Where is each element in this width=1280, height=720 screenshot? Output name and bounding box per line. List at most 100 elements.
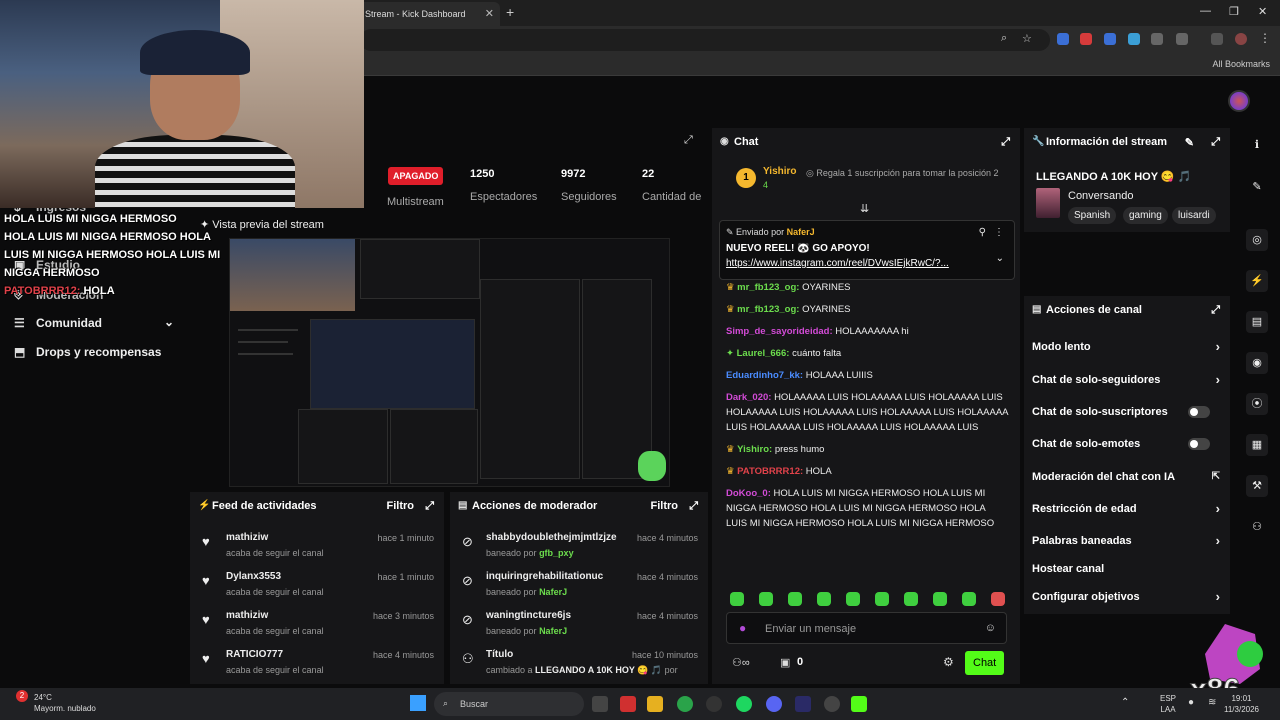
extension-icon[interactable] xyxy=(1080,33,1092,45)
subs-only-toggle[interactable] xyxy=(1188,406,1210,418)
emote-icon[interactable] xyxy=(904,592,918,606)
emote-icon[interactable] xyxy=(817,592,831,606)
menu-kebab-icon[interactable]: ⋮ xyxy=(1259,31,1271,45)
extension-icon[interactable] xyxy=(1151,33,1163,45)
mic-icon[interactable]: ● xyxy=(1188,697,1194,708)
extensions-puzzle-icon[interactable] xyxy=(1176,33,1188,45)
emote-icon[interactable] xyxy=(730,592,744,606)
people-icon[interactable]: ⚇ xyxy=(1246,516,1268,538)
app-icon[interactable] xyxy=(620,696,636,712)
new-tab-button[interactable]: + xyxy=(506,4,514,20)
premiere-icon[interactable] xyxy=(795,696,811,712)
emote-icon[interactable] xyxy=(846,592,860,606)
windows-start-icon[interactable] xyxy=(410,695,426,711)
discord-icon[interactable] xyxy=(766,696,782,712)
chat-bubble-icon[interactable]: ◉ xyxy=(1246,352,1268,374)
pinned-message[interactable]: ✎ Enviado por NaferJ ⚲ ⋮ NUEVO REEL! 🐼 G… xyxy=(719,220,1015,280)
download-icon[interactable] xyxy=(1211,33,1223,45)
bolt-icon[interactable]: ⚡ xyxy=(1246,270,1268,292)
wifi-icon[interactable]: ≋ xyxy=(1208,697,1216,708)
pinned-link[interactable]: https://www.instagram.com/reel/DVwsIEjkR… xyxy=(726,258,949,269)
extension-icon[interactable] xyxy=(1057,33,1069,45)
edit-pencil-icon[interactable]: ✎ xyxy=(1246,176,1268,198)
info-icon[interactable]: ℹ xyxy=(1246,134,1268,156)
wrench-icon[interactable]: ⚒ xyxy=(1246,475,1268,497)
all-bookmarks-link[interactable]: All Bookmarks xyxy=(1212,59,1270,69)
unpin-icon[interactable]: ⚲ xyxy=(979,227,986,238)
tab-close-icon[interactable]: ✕ xyxy=(485,7,494,20)
gift-box-icon[interactable]: ▣ xyxy=(780,656,790,669)
bookmark-star-icon[interactable]: ☆ xyxy=(1022,32,1034,45)
emotes-only-toggle[interactable] xyxy=(1188,438,1210,450)
profile-icon[interactable] xyxy=(1235,33,1247,45)
clock[interactable]: 19:01 11/3/2026 xyxy=(1224,693,1259,715)
emote-icon[interactable] xyxy=(991,592,1005,606)
expand-icon[interactable]: ⤢ xyxy=(1211,304,1220,317)
points-icon[interactable]: ⚇∞ xyxy=(732,656,750,669)
scroll-down-icon[interactable]: ⇊ xyxy=(860,202,869,215)
expand-icon[interactable]: ⤢ xyxy=(1001,136,1010,149)
channel-action-slow-mode[interactable]: Modo lento › xyxy=(1032,339,1220,354)
user-avatar[interactable] xyxy=(1228,90,1250,112)
tray-chevron-icon[interactable]: ⌃ xyxy=(1121,697,1129,708)
app-icon[interactable] xyxy=(706,696,722,712)
channel-action-age-restriction[interactable]: Restricción de edad › xyxy=(1032,501,1220,516)
task-view-icon[interactable] xyxy=(592,696,608,712)
edit-pencil-icon[interactable]: ✎ xyxy=(1185,136,1194,149)
file-explorer-icon[interactable] xyxy=(647,696,663,712)
category-name[interactable]: Conversando xyxy=(1068,190,1133,202)
tag-chip[interactable]: luisardi xyxy=(1172,207,1216,224)
window-close-button[interactable]: ✕ xyxy=(1258,5,1267,18)
extension-icon[interactable] xyxy=(1128,33,1140,45)
expand-icon[interactable]: ⤢ xyxy=(689,500,698,513)
expand-icon[interactable]: ⤢ xyxy=(1211,136,1220,149)
address-bar[interactable] xyxy=(360,29,1050,51)
broadcast-icon[interactable]: ⦿ xyxy=(1246,393,1268,415)
chrome-icon[interactable] xyxy=(677,696,693,712)
send-chat-button[interactable]: Chat xyxy=(965,651,1005,675)
channel-action-emotes-only: Chat de solo-emotes xyxy=(1032,438,1220,450)
chat-input[interactable]: ● Enviar un mensaje ☺ xyxy=(726,612,1007,644)
stream-preview[interactable] xyxy=(229,238,670,487)
emote-icon[interactable] xyxy=(962,592,976,606)
channel-action-host[interactable]: Hostear canal xyxy=(1032,563,1220,575)
mic-icon[interactable]: ● xyxy=(739,621,746,635)
camera-icon[interactable]: ◎ xyxy=(1246,229,1268,251)
emote-icon[interactable] xyxy=(933,592,947,606)
document-icon[interactable]: ▤ xyxy=(1246,311,1268,333)
tag-chip[interactable]: Spanish xyxy=(1068,207,1117,224)
spotify-icon[interactable] xyxy=(736,696,752,712)
channel-action-followers-only[interactable]: Chat de solo-seguidores › xyxy=(1032,372,1220,387)
channel-action-ai-moderation[interactable]: Moderación del chat con IA ⇱ xyxy=(1032,471,1220,483)
layout-icon[interactable]: ▦ xyxy=(1246,434,1268,456)
browser-tab[interactable]: Stream - Kick Dashboard ✕ xyxy=(355,2,500,26)
nav-item-drops[interactable]: ⬒ Drops y recompensas xyxy=(14,345,161,359)
top-gifter-name[interactable]: Yishiro xyxy=(763,166,797,177)
channel-action-goals[interactable]: Configurar objetivos › xyxy=(1032,589,1220,604)
chevron-down-icon[interactable]: ⌄ xyxy=(996,253,1004,264)
nav-item-comunidad[interactable]: ☰ Comunidad ⌄ xyxy=(14,315,174,330)
extension-icon[interactable] xyxy=(1104,33,1116,45)
zoom-icon[interactable]: ⌕ xyxy=(1001,32,1013,44)
language-indicator[interactable]: ESP LAA xyxy=(1160,693,1176,715)
expand-icon[interactable]: ⤢ xyxy=(684,134,693,147)
maximize-button[interactable]: ❐ xyxy=(1229,5,1239,18)
webcam-person-cap xyxy=(140,30,250,75)
expand-icon[interactable]: ⤢ xyxy=(425,500,434,513)
tag-chip[interactable]: gaming xyxy=(1123,207,1168,224)
preview-region xyxy=(480,279,580,479)
more-icon[interactable]: ⋮ xyxy=(994,227,1004,238)
settings-gear-icon[interactable]: ⚙ xyxy=(943,655,954,669)
channel-action-banned-words[interactable]: Palabras baneadas › xyxy=(1032,533,1220,548)
emote-icon[interactable] xyxy=(788,592,802,606)
emoji-icon[interactable]: ☺ xyxy=(985,622,996,634)
emote-icon[interactable] xyxy=(875,592,889,606)
taskbar-search[interactable]: ⌕ Buscar xyxy=(434,692,584,716)
kick-icon[interactable] xyxy=(851,696,867,712)
filter-button[interactable]: Filtro xyxy=(387,500,415,512)
obs-icon[interactable] xyxy=(824,696,840,712)
minimize-button[interactable]: — xyxy=(1200,5,1211,17)
emote-icon[interactable] xyxy=(759,592,773,606)
filter-button[interactable]: Filtro xyxy=(651,500,679,512)
weather-widget[interactable]: 24°C Mayorm. nublado xyxy=(34,692,96,714)
